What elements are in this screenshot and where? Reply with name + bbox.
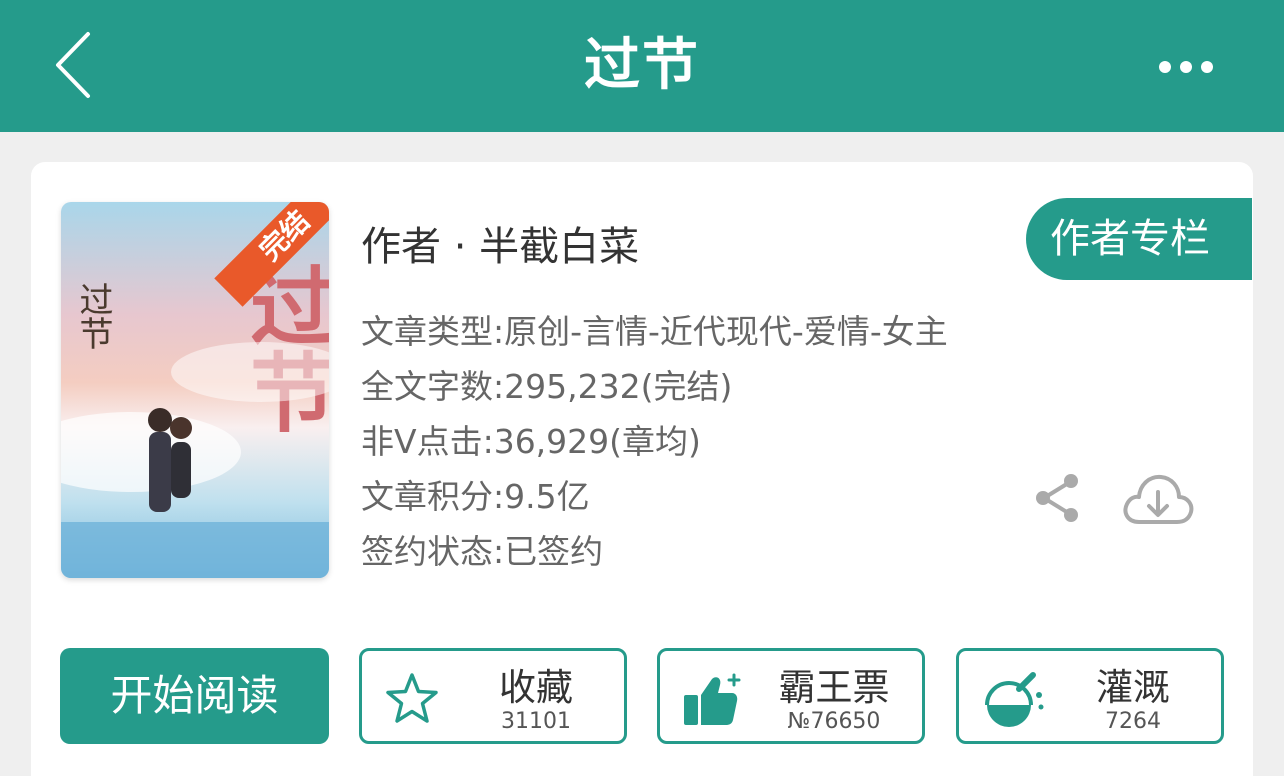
page-title: 过节 [584,33,700,98]
start-reading-button[interactable]: 开始阅读 [60,648,329,744]
more-button[interactable] [1156,52,1216,82]
download-button[interactable] [1121,470,1195,528]
book-info-card: 过节 过节 完结 作者 · 半截白菜 作者专栏 文章类型:原创-言情-近代现代-… [31,162,1253,776]
share-icon [1036,474,1078,522]
watering-flask-icon [985,672,1044,727]
thumbs-up-icon [684,673,741,725]
favorite-label: 收藏 [499,666,573,709]
cloud-download-icon [1123,474,1194,524]
ticket-count: №76650 [787,709,881,734]
meta-word-count: 全文字数:295,232(完结) [361,367,733,406]
water-button[interactable]: 灌溉 7264 [956,648,1224,744]
meta-category: 文章类型:原创-言情-近代现代-爱情-女主 [361,312,948,351]
ticket-label: 霸王票 [778,666,890,709]
book-meta: 文章类型:原创-言情-近代现代-爱情-女主 全文字数:295,232(完结) 非… [361,308,948,583]
meta-score: 文章积分:9.5亿 [361,477,590,516]
ticket-button[interactable]: 霸王票 №76650 [657,648,925,744]
meta-clicks: 非V点击:36,929(章均) [361,422,701,461]
star-icon [386,673,438,723]
book-cover[interactable]: 过节 过节 完结 [61,202,329,578]
water-label: 灌溉 [1096,666,1170,709]
water-count: 7264 [1105,709,1161,734]
author-name[interactable]: 作者 · 半截白菜 [361,214,639,272]
more-dots-icon [1159,61,1213,73]
meta-sign-status: 签约状态:已签约 [361,532,604,571]
top-bar: 过节 [0,0,1284,132]
favorite-count: 31101 [501,709,571,734]
favorite-button[interactable]: 收藏 31101 [359,648,627,744]
share-button[interactable] [1034,472,1080,524]
author-column-button[interactable]: 作者专栏 [1026,198,1252,280]
